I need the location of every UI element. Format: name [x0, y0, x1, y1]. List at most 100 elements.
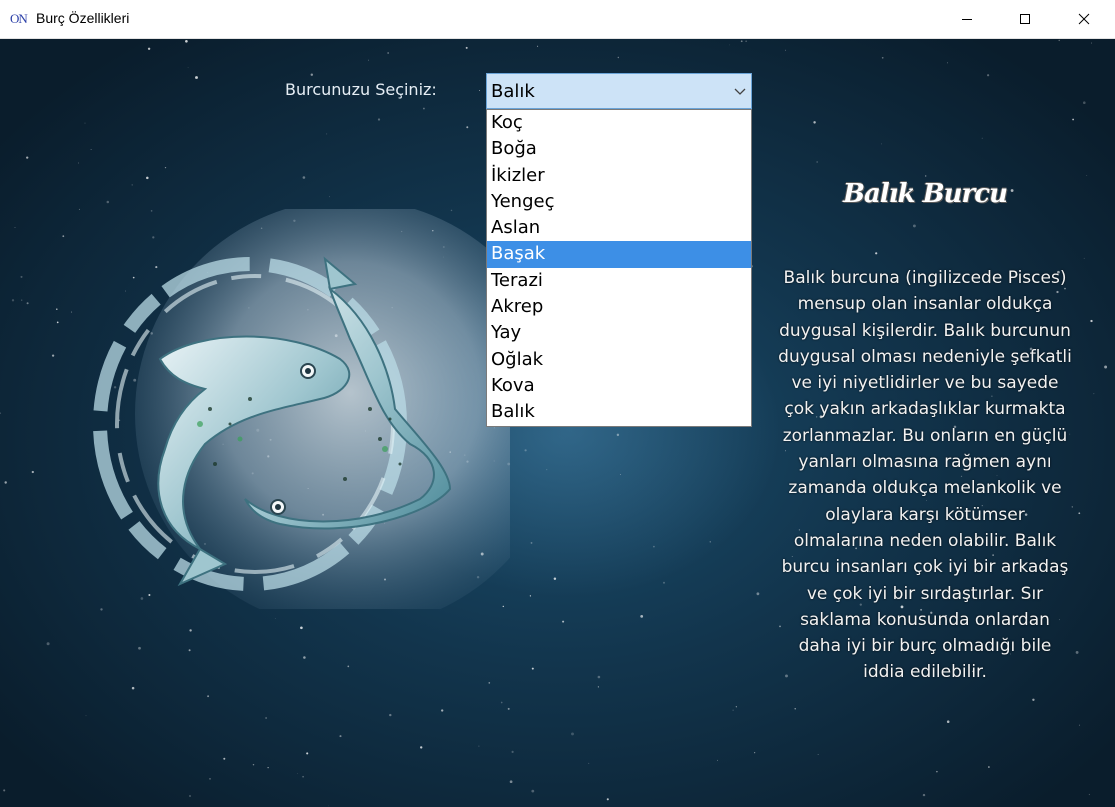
star-dot	[56, 321, 59, 324]
star-dot	[597, 686, 600, 688]
chevron-down-icon[interactable]	[734, 85, 746, 97]
star-dot	[138, 646, 141, 650]
star-dot	[1078, 512, 1081, 515]
dropdown-option[interactable]: Akrep	[487, 294, 751, 320]
star-dot	[185, 39, 188, 43]
title-bar[interactable]: ON Burç Özellikleri	[0, 0, 1115, 39]
sign-combobox[interactable]: Balık	[486, 73, 752, 109]
dropdown-option[interactable]: Yengeç	[487, 189, 751, 215]
star-dot	[146, 176, 149, 180]
star-dot	[653, 545, 655, 548]
sign-dropdown-list[interactable]: Koç Boğa İkizler Yengeç Aslan Başak Terazi Akre…	[486, 109, 752, 427]
star-dot	[310, 73, 314, 76]
star-dot	[106, 200, 110, 204]
star-dot	[20, 275, 23, 278]
star-dot	[164, 166, 167, 169]
star-dot	[466, 126, 469, 129]
star-dot	[735, 706, 737, 708]
star-dot	[881, 143, 882, 145]
star-dot	[597, 675, 601, 679]
star-dot	[1072, 118, 1074, 121]
star-dot	[465, 46, 468, 49]
star-dot	[1078, 724, 1081, 726]
star-dot	[509, 780, 513, 784]
dropdown-option[interactable]: Başak	[487, 241, 751, 268]
star-dot	[640, 615, 644, 618]
star-dot	[51, 354, 55, 357]
star-dot	[62, 235, 65, 238]
app-window: ON Burç Özellikleri Burcunuzu Seçiniz: B…	[0, 0, 1115, 807]
star-dot	[524, 449, 527, 452]
star-dot	[252, 763, 255, 766]
star-dot	[732, 709, 734, 711]
star-dot	[420, 746, 423, 749]
star-dot	[70, 311, 73, 313]
star-dot	[553, 577, 557, 580]
star-dot	[84, 122, 86, 124]
star-dot	[339, 735, 342, 738]
star-dot	[531, 789, 535, 793]
minimize-button[interactable]	[938, 0, 996, 38]
app-logo-icon: ON	[10, 11, 28, 26]
star-dot	[131, 184, 133, 186]
dropdown-option[interactable]: Koç	[487, 110, 751, 136]
star-dot	[188, 649, 191, 652]
star-dot	[303, 656, 306, 659]
star-dot	[987, 74, 990, 77]
dropdown-option[interactable]: Kova	[487, 373, 751, 399]
star-dot	[31, 470, 34, 474]
star-dot	[189, 629, 192, 632]
star-dot	[302, 775, 304, 778]
dropdown-option[interactable]: Yay	[487, 320, 751, 346]
dropdown-option[interactable]: Boğa	[487, 136, 751, 162]
star-dot	[794, 708, 796, 710]
star-dot	[478, 90, 480, 92]
star-dot	[922, 793, 926, 797]
close-icon	[1078, 13, 1090, 25]
star-dot	[709, 541, 711, 543]
client-area: Burcunuzu Seçiniz: Balık Koç Boğa İkizler Y…	[0, 39, 1115, 807]
star-dot	[511, 750, 514, 753]
star-dot	[745, 40, 747, 42]
star-dot	[21, 299, 23, 301]
star-dot	[946, 720, 950, 723]
window-title: Burç Özellikleri	[36, 10, 130, 26]
close-button[interactable]	[1055, 0, 1113, 38]
star-dot	[131, 686, 135, 690]
star-dot	[223, 757, 226, 760]
star-dot	[297, 773, 298, 774]
star-dot	[189, 795, 191, 797]
maximize-icon	[1020, 14, 1030, 24]
star-dot	[422, 107, 425, 110]
star-dot	[187, 67, 189, 69]
star-dot	[1032, 698, 1035, 701]
dropdown-option[interactable]: Terazi	[487, 268, 751, 294]
star-dot	[1088, 793, 1091, 796]
star-dot	[347, 665, 350, 668]
star-dot	[924, 175, 927, 177]
maximize-button[interactable]	[996, 0, 1054, 38]
star-dot	[936, 770, 938, 773]
dropdown-option[interactable]: Balık	[487, 399, 751, 425]
star-dot	[816, 161, 818, 163]
star-dot	[0, 412, 2, 415]
sign-select-label: Burcunuzu Seçiniz:	[285, 80, 437, 99]
star-dot	[1091, 42, 1093, 44]
star-dot	[912, 224, 916, 228]
star-dot	[26, 156, 29, 159]
star-dot	[546, 469, 548, 471]
star-dot	[327, 805, 329, 807]
star-dot	[300, 626, 303, 630]
star-dot	[617, 56, 619, 59]
star-dot	[207, 695, 210, 698]
dropdown-option[interactable]: İkizler	[487, 163, 751, 189]
star-dot	[1090, 319, 1093, 323]
dropdown-option[interactable]: Oğlak	[487, 347, 751, 373]
star-dot	[981, 137, 983, 139]
star-dot	[500, 701, 503, 704]
star-dot	[740, 40, 743, 43]
star-dot	[817, 754, 819, 755]
star-dot	[729, 44, 731, 46]
star-dot	[1104, 365, 1108, 369]
dropdown-option[interactable]: Aslan	[487, 215, 751, 241]
